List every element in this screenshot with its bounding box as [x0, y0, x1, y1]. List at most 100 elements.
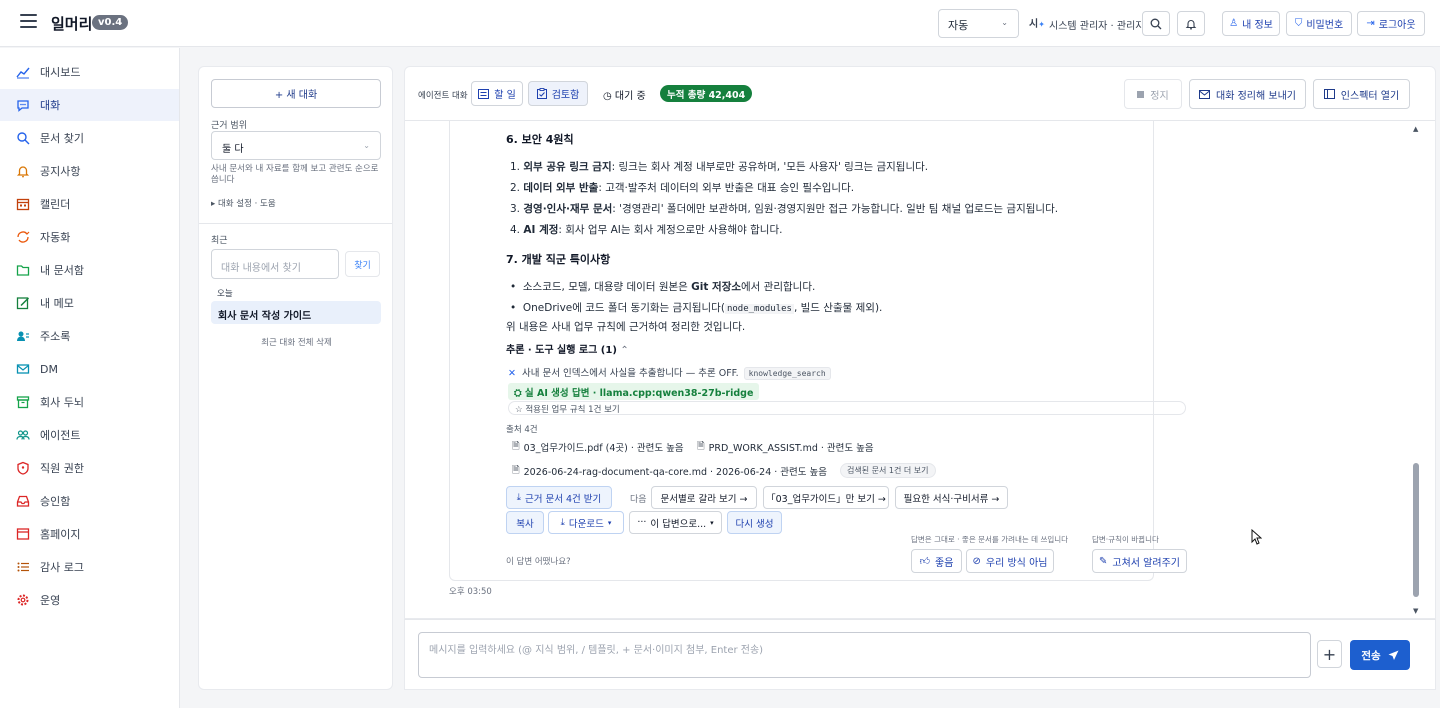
- applied-rules-toggle[interactable]: ☆ 적용된 업무 규칙 1건 보기: [508, 401, 1186, 415]
- send-summary-label: 대화 정리해 보내기: [1216, 90, 1296, 102]
- mail-icon: [1199, 89, 1211, 99]
- scrollbar[interactable]: ▲ ▼: [1411, 123, 1421, 618]
- open-inspector-label: 인스펙터 열기: [1340, 90, 1400, 102]
- calendar-icon: [16, 197, 30, 211]
- folder-icon: [16, 263, 30, 277]
- tool-log-label: 추론 · 도구 실행 로그 (1): [506, 345, 617, 356]
- download-button[interactable]: ⤓ 다운로드 ▾: [548, 511, 624, 534]
- tool-log-toggle[interactable]: 추론 · 도구 실행 로그 (1) ⌃: [506, 341, 629, 356]
- chat-settings-toggle[interactable]: ▸ 대화 설정 · 도움: [211, 197, 276, 209]
- sidebar-item-approvals[interactable]: 승인함: [0, 485, 179, 517]
- composer: 메시지를 입력하세요 (@ 지식 범위, / 템플릿, + 문서·이미지 첨부,…: [404, 619, 1436, 690]
- caret-down-icon: ▾: [607, 518, 612, 527]
- sidebar-item-label: 내 문서함: [40, 264, 84, 277]
- download-icon: ⤓: [516, 492, 521, 503]
- not-our-way-button[interactable]: ⊘ 우리 방식 아님: [966, 549, 1054, 573]
- teach-correction-button[interactable]: ✎ 고쳐서 알려주기: [1092, 549, 1187, 573]
- sidebar-item-calendar[interactable]: 캘린더: [0, 188, 179, 220]
- search-icon: [16, 131, 30, 145]
- my-info-button[interactable]: ♙ 내 정보: [1222, 11, 1280, 36]
- sidebar-item-label: DM: [40, 362, 58, 376]
- sidebar-item-doc-search[interactable]: 문서 찾기: [0, 122, 179, 154]
- edit-icon: [16, 296, 30, 310]
- edit-icon: ✎: [1099, 555, 1108, 567]
- sidebar-item-dm[interactable]: DM: [0, 353, 179, 385]
- version-badge: v0.4: [92, 15, 129, 30]
- new-chat-button[interactable]: + 새 대화: [211, 79, 381, 108]
- sidebar-item-audit-log[interactable]: 감사 로그: [0, 551, 179, 583]
- regenerate-button[interactable]: 다시 생성: [727, 511, 782, 534]
- search-button[interactable]: [1142, 11, 1170, 36]
- sidebar-item-label: 홈페이지: [40, 528, 81, 541]
- recent-search-button[interactable]: 찾기: [345, 251, 380, 277]
- sidebar-item-dashboard[interactable]: 대시보드: [0, 56, 179, 88]
- more-sources-button[interactable]: 검색된 문서 1건 더 보기: [840, 463, 936, 478]
- tab-review[interactable]: 검토함: [528, 81, 588, 106]
- search-icon: [1150, 18, 1162, 29]
- sidebar-item-my-docs[interactable]: 내 문서함: [0, 254, 179, 286]
- model-badge: ⛭ 실 AI 생성 답변 · llama.cpp:qwen38-27b-ridg…: [508, 383, 760, 400]
- sidebar-item-homepage[interactable]: 홈페이지: [0, 518, 179, 550]
- delete-all-recent-link[interactable]: 최근 대화 전체 삭제: [199, 336, 394, 348]
- recent-conversation-item[interactable]: 회사 문서 작성 가이드: [211, 301, 381, 324]
- logout-icon: ⇥: [1366, 18, 1375, 29]
- send-button[interactable]: 전송: [1350, 640, 1410, 670]
- chart-line-icon: [16, 65, 30, 79]
- sidebar-item-company-brain[interactable]: 회사 두뇌: [0, 386, 179, 418]
- this-answer-menu[interactable]: ··· 이 답변으로... ▾: [629, 511, 722, 534]
- sidebar-item-label: 공지사항: [40, 165, 81, 178]
- message-input[interactable]: 메시지를 입력하세요 (@ 지식 범위, / 템플릿, + 문서·이미지 첨부,…: [418, 632, 1311, 678]
- shield-icon: ⛉: [1294, 18, 1303, 29]
- tool-log-entry: ✕ 사내 문서 인덱스에서 사실을 추출합니다 — 추론 OFF. knowled…: [508, 365, 831, 380]
- clipboard-icon: [536, 88, 547, 99]
- scrollbar-thumb[interactable]: [1413, 463, 1419, 597]
- close-icon: ✕: [508, 368, 516, 379]
- open-inspector-button[interactable]: 인스펙터 열기: [1313, 79, 1410, 109]
- chevron-down-icon: ⌄: [363, 141, 370, 150]
- sidebar-item-chat[interactable]: 대화: [0, 89, 179, 121]
- source-link[interactable]: 🗎 2026-06-24-rag-document-qa-core.md · 20…: [512, 461, 827, 480]
- source-link[interactable]: 🗎 PRD_WORK_ASSIST.md · 관련도 높음: [697, 437, 874, 456]
- get-evidence-button[interactable]: ⤓ 근거 문서 4건 받기: [506, 486, 612, 509]
- password-button[interactable]: ⛉ 비밀번호: [1286, 11, 1352, 36]
- scroll-down-icon[interactable]: ▼: [1413, 607, 1418, 615]
- section-7-title: 7. 개발 직군 특이사항: [506, 253, 611, 266]
- stop-button[interactable]: 정지: [1124, 79, 1182, 109]
- split-by-doc-button[interactable]: 문서별로 갈라 보기 →: [651, 486, 757, 509]
- attach-button[interactable]: +: [1317, 640, 1342, 668]
- logout-button[interactable]: ⇥ 로그아웃: [1357, 11, 1425, 36]
- sidebar-item-staff-permissions[interactable]: 직원 권한: [0, 452, 179, 484]
- mode-select[interactable]: 자동 ⌄: [938, 9, 1019, 38]
- chat-header-title: 에이전트 대화: [418, 91, 468, 101]
- user-name: 시스템 관리자 · 관리자: [1049, 21, 1145, 32]
- guide-only-button[interactable]: 「03_업무가이드」만 보기 →: [763, 486, 889, 509]
- forms-button[interactable]: 필요한 서식·구비서류 →: [895, 486, 1008, 509]
- sidebar-item-agents[interactable]: 에이전트: [0, 419, 179, 451]
- sidebar-item-operations[interactable]: 운영: [0, 584, 179, 616]
- good-button[interactable]: 👍︎ 좋음: [911, 549, 962, 573]
- send-summary-button[interactable]: 대화 정리해 보내기: [1189, 79, 1306, 109]
- sidebar-item-label: 주소록: [40, 330, 71, 343]
- list-icon: [16, 560, 30, 574]
- recent-search-input[interactable]: 대화 내용에서 찾기: [211, 249, 339, 279]
- copy-button[interactable]: 복사: [506, 511, 544, 534]
- sidebar-item-my-memo[interactable]: 내 메모: [0, 287, 179, 319]
- user-icon: ♙: [1229, 18, 1239, 29]
- sidebar-item-notices[interactable]: 공지사항: [0, 155, 179, 187]
- scroll-up-icon[interactable]: ▲: [1413, 125, 1418, 133]
- plus-icon: +: [1322, 644, 1337, 664]
- thumbs-up-icon: 👍︎: [919, 556, 931, 567]
- tab-review-label: 검토함: [551, 90, 580, 101]
- scope-select[interactable]: 둘 다 ⌄: [211, 131, 381, 160]
- sidebar-item-automation[interactable]: 자동화: [0, 221, 179, 253]
- source-link[interactable]: 🗎 03_업무가이드.pdf (4곳) · 관련도 높음: [512, 437, 684, 456]
- panel-icon: [1323, 89, 1335, 99]
- feedback-question: 이 답변 어땠나요?: [506, 557, 571, 567]
- tab-todo[interactable]: 할 일: [471, 81, 523, 106]
- menu-icon[interactable]: [20, 14, 37, 28]
- token-badge: 누적 총량 42,404: [660, 85, 753, 102]
- sidebar-item-contacts[interactable]: 주소록: [0, 320, 179, 352]
- notification-button[interactable]: [1177, 11, 1205, 36]
- feedback-hint: 답변·규칙이 바뀝니다: [1092, 535, 1159, 544]
- agent-status-label: 대기 중: [614, 91, 646, 102]
